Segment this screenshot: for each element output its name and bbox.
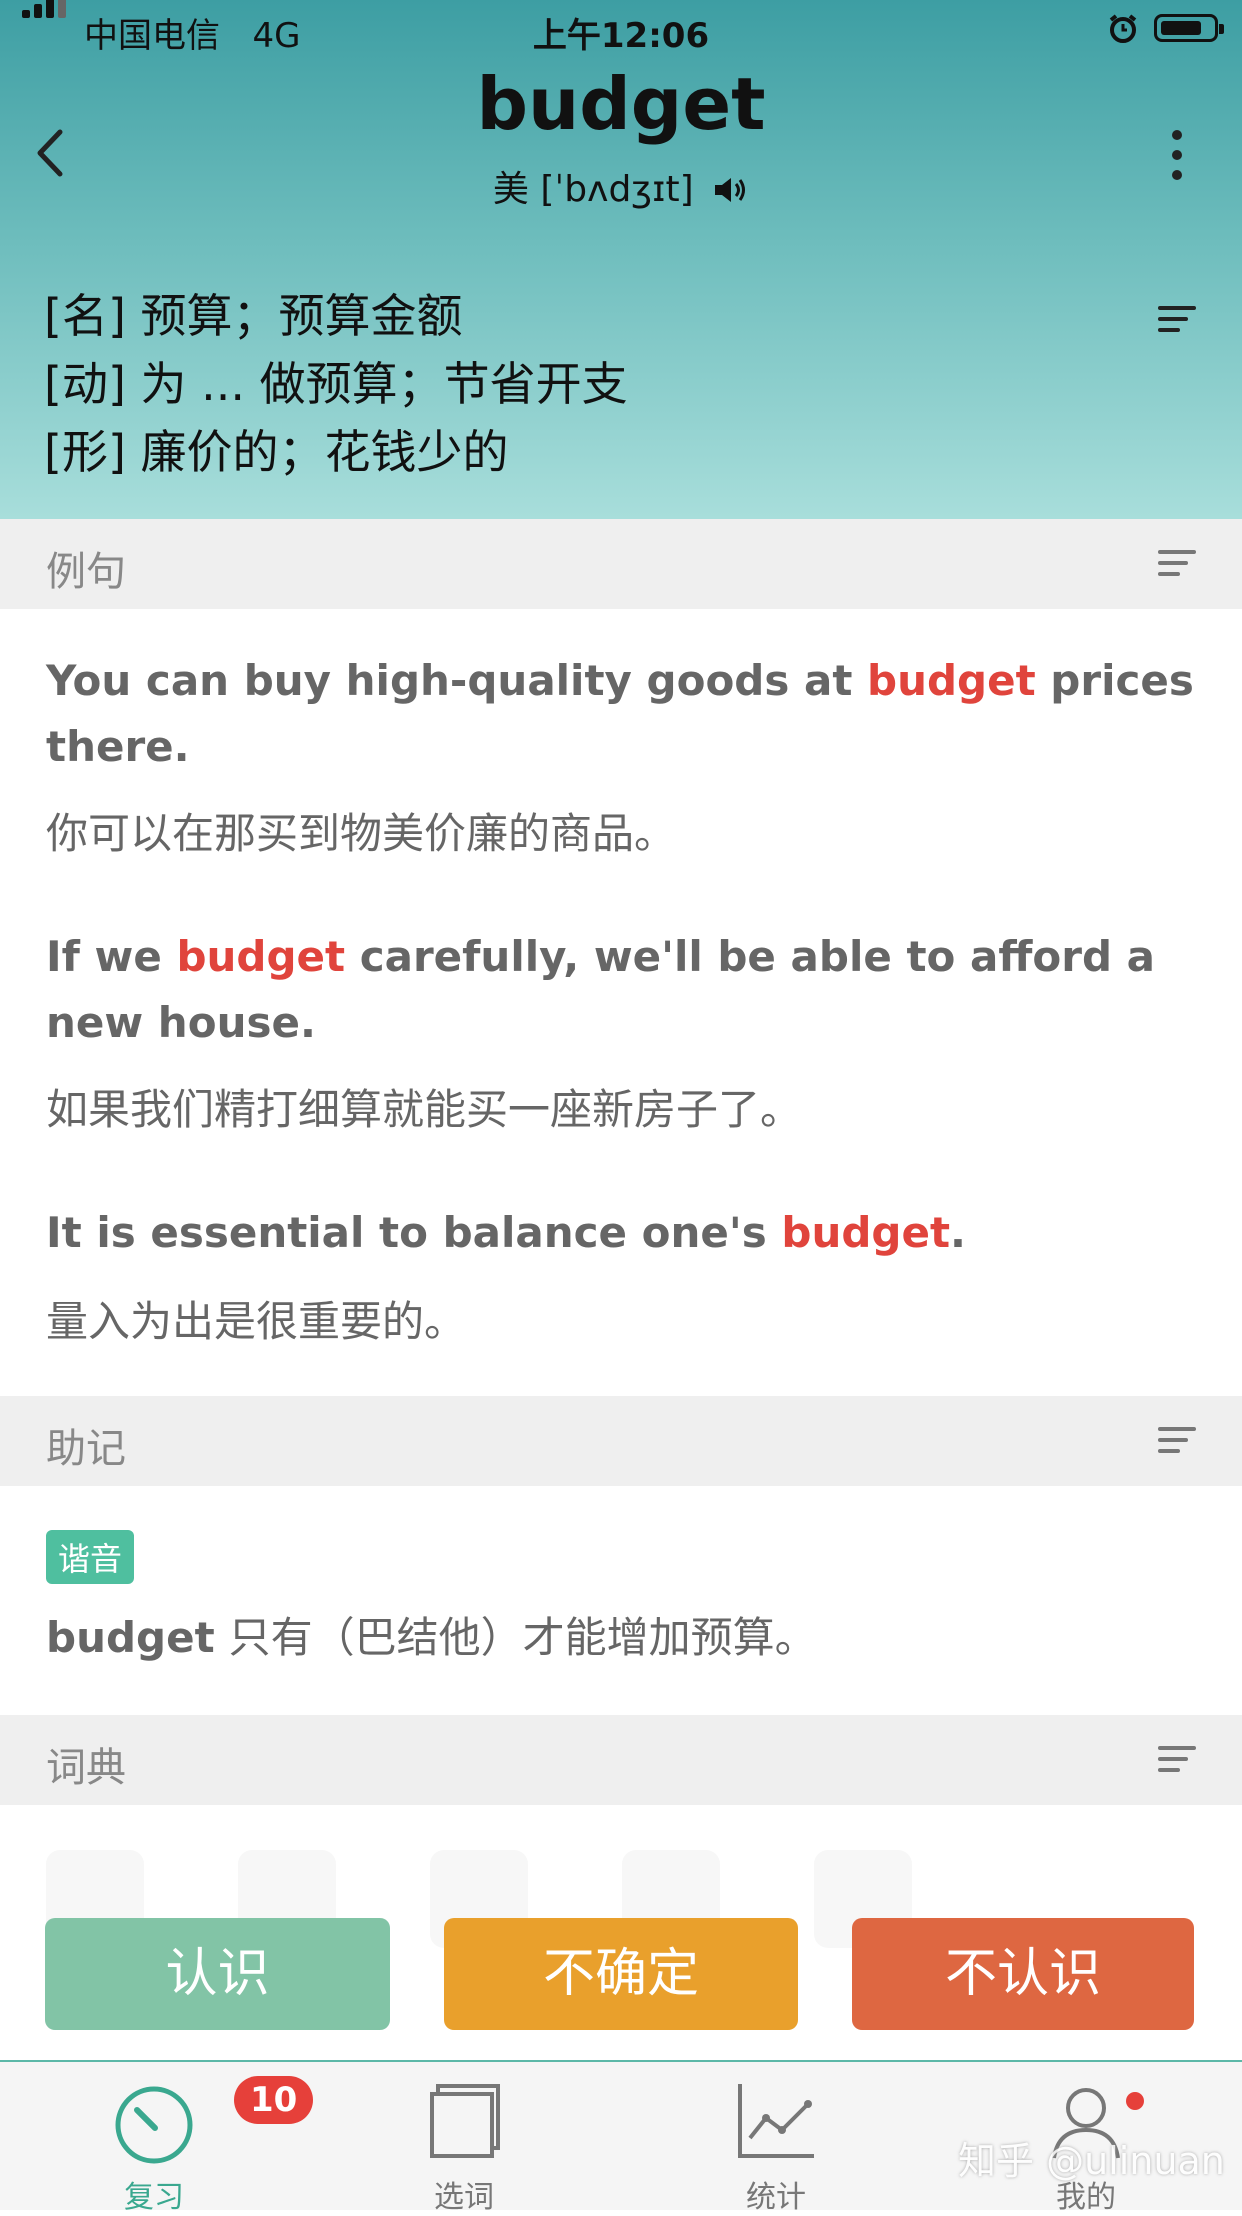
mnemonic-menu-icon[interactable] (1158, 1427, 1196, 1457)
definition-item: [名] 预算；预算金额 (44, 289, 463, 343)
speedometer-icon (115, 2086, 193, 2164)
highlight-word: budget (176, 932, 346, 981)
highlight-word: budget (867, 656, 1036, 705)
tab-stats[interactable]: 统计 (676, 2062, 876, 2215)
chart-icon (738, 2084, 814, 2158)
tab-select-words[interactable]: 选词 (364, 2062, 564, 2215)
book-icon (430, 2084, 500, 2158)
word-header: 中国电信 4G 上午12:06 budget 美 [ˈbʌdʒɪt] [名] 预… (0, 0, 1242, 519)
review-badge: 10 (234, 2076, 314, 2124)
example-sentence-cn: 如果我们精打细算就能买一座新房子了。 (46, 1085, 803, 1134)
know-button[interactable]: 认识 (45, 1918, 390, 2030)
definition-item: [形] 廉价的；花钱少的 (44, 425, 509, 479)
unsure-button[interactable]: 不确定 (444, 1918, 798, 2030)
more-icon[interactable] (1165, 130, 1189, 184)
tab-label: 复习 (124, 2180, 184, 2215)
tab-label: 选词 (434, 2180, 494, 2215)
example-sentence-en: It is essential to balance one's budget. (46, 1208, 966, 1257)
notification-dot (1126, 2092, 1144, 2110)
example-sentence-cn: 你可以在那买到物美价廉的商品。 (46, 809, 677, 858)
definition-item: [动] 为 ... 做预算；节省开支 (44, 357, 628, 411)
battery-icon (1154, 14, 1224, 42)
watermark: 知乎 @ulinuan (958, 2139, 1225, 2183)
tab-review[interactable]: 10 复习 (54, 2062, 314, 2215)
status-bar: 中国电信 4G 上午12:06 (0, 0, 1242, 60)
word-title: budget (476, 62, 766, 146)
section-header-examples: 例句 (0, 519, 1242, 609)
highlight-word: budget (781, 1208, 951, 1257)
phonetic: 美 [ˈbʌdʒɪt] (492, 169, 694, 210)
section-title: 词典 (46, 1745, 126, 1791)
definitions-menu-icon[interactable] (1158, 306, 1196, 336)
mnemonic-tag: 谐音 (46, 1530, 135, 1584)
tab-label: 统计 (746, 2180, 806, 2215)
dictionary-menu-icon[interactable] (1158, 1746, 1196, 1776)
phonetic-row[interactable]: 美 [ˈbʌdʒɪt] (0, 160, 1242, 212)
mnemonic-word: budget (46, 1613, 215, 1662)
section-header-dictionary: 词典 (0, 1715, 1242, 1805)
mnemonic-text: budget 只有（巴结他）才能增加预算。 (46, 1613, 817, 1662)
clock: 上午12:06 (532, 16, 710, 56)
section-header-mnemonic: 助记 (0, 1396, 1242, 1486)
example-sentence-cn: 量入为出是很重要的。 (46, 1297, 467, 1346)
section-title: 助记 (46, 1426, 126, 1472)
definitions: [名] 预算；预算金额 [动] 为 ... 做预算；节省开支 [形] 廉价的；花… (44, 282, 628, 486)
alarm-icon (1109, 14, 1137, 43)
example-sentence-en: You can buy high-quality goods at budget… (46, 656, 1194, 771)
dont-know-button[interactable]: 不认识 (852, 1918, 1194, 2030)
examples-menu-icon[interactable] (1158, 550, 1196, 580)
speaker-icon[interactable] (713, 175, 749, 205)
section-title: 例句 (46, 549, 126, 595)
example-sentence-en: If we budget carefully, we'll be able to… (46, 932, 1155, 1047)
